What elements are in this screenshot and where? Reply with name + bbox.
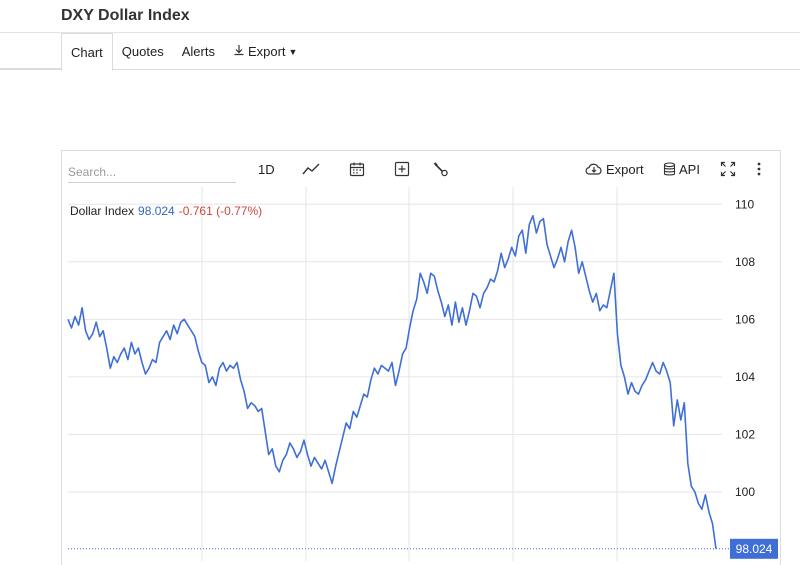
nav-bar: Chart Quotes Alerts Export ▼ <box>0 33 800 71</box>
tab-export[interactable]: Export ▼ <box>224 33 307 70</box>
page-header: DXY Dollar Index <box>0 0 800 33</box>
y-tick-label: 106 <box>735 312 755 326</box>
caret-down-icon: ▼ <box>288 46 298 57</box>
y-tick-label: 108 <box>735 255 755 269</box>
tab-export-label: Export <box>247 44 286 59</box>
y-tick-label: 104 <box>735 370 755 384</box>
y-tick-label: 100 <box>735 485 755 499</box>
chart-panel: 1D Export API <box>61 150 781 565</box>
y-tick-label: 102 <box>735 427 755 441</box>
legend-change: -0.761 (-0.77%) <box>178 204 263 218</box>
page-title: DXY Dollar Index <box>61 7 190 24</box>
legend-series-name: Dollar Index <box>70 204 135 218</box>
tab-alerts[interactable]: Alerts <box>173 33 224 70</box>
y-tick-label: 110 <box>735 197 754 211</box>
nav-divider <box>0 68 61 69</box>
series-line <box>67 215 717 549</box>
legend-value: 98.024 <box>138 204 175 218</box>
chart-legend: Dollar Index 98.024 -0.761 (-0.77%) <box>70 204 262 218</box>
download-icon <box>233 44 245 59</box>
tab-chart[interactable]: Chart <box>61 33 113 71</box>
last-price-label: 98.024 <box>736 542 773 556</box>
nav-tabs: Chart Quotes Alerts Export ▼ <box>61 33 307 71</box>
tab-quotes[interactable]: Quotes <box>113 33 173 70</box>
